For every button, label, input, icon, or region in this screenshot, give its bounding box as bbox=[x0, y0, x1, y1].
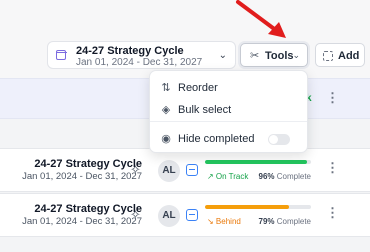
eye-icon: ◉ bbox=[161, 133, 171, 145]
percent-value: 79% bbox=[258, 217, 275, 226]
menu-item-reorder[interactable]: ⇅ Reorder bbox=[150, 77, 307, 99]
row-dates: Jan 01, 2024 - Dec 31, 2027 bbox=[22, 171, 142, 182]
table-row[interactable]: 24-27 Strategy Cycle Jan 01, 2024 - Dec … bbox=[0, 193, 370, 237]
progress-bar bbox=[205, 160, 311, 164]
status-label: ↘ Behind bbox=[207, 217, 241, 226]
row-name: 24-27 Strategy Cycle bbox=[34, 203, 142, 215]
status-label: ↗ On Track bbox=[207, 172, 249, 181]
chevron-down-icon: ⌄ bbox=[292, 50, 300, 60]
reorder-arrows-icon: ⇅ bbox=[161, 82, 171, 94]
progress-fill bbox=[205, 160, 307, 164]
menu-divider bbox=[150, 121, 307, 122]
sparkle-icon[interactable]: ✧ bbox=[130, 207, 141, 223]
cycle-dates: Jan 01, 2024 - Dec 31, 2027 bbox=[76, 57, 203, 68]
tools-button[interactable]: ✂ Tools ⌄ bbox=[240, 43, 308, 67]
avatar[interactable]: AL bbox=[158, 160, 180, 182]
menu-item-label: Reorder bbox=[178, 82, 218, 94]
table-row[interactable]: 24-27 Strategy Cycle Jan 01, 2024 - Dec … bbox=[0, 148, 370, 192]
annotation-arrow bbox=[236, 0, 286, 38]
tools-menu: ⇅ Reorder ◈ Bulk select ◉ Hide completed bbox=[149, 70, 308, 153]
row-name: 24-27 Strategy Cycle bbox=[34, 158, 142, 170]
menu-item-label: Hide completed bbox=[178, 133, 255, 145]
cycle-selector[interactable]: 24-27 Strategy Cycle Jan 01, 2024 - Dec … bbox=[47, 41, 236, 69]
layers-icon: ◈ bbox=[161, 104, 171, 116]
status-minus-icon[interactable] bbox=[186, 209, 198, 221]
wrench-icon: ✂ bbox=[250, 50, 260, 62]
status-minus-icon[interactable] bbox=[186, 164, 198, 176]
menu-item-label: Bulk select bbox=[178, 104, 232, 116]
sparkle-icon[interactable]: ✧ bbox=[130, 162, 141, 178]
add-box-icon bbox=[323, 51, 333, 61]
add-label: Add bbox=[338, 50, 360, 62]
page-bottom bbox=[0, 238, 370, 252]
percent-complete: 79% Complete bbox=[259, 217, 311, 226]
progress-bar bbox=[205, 205, 311, 209]
percent-complete: 96% Complete bbox=[259, 172, 311, 181]
row-kebab-icon[interactable]: ⋮ bbox=[326, 206, 339, 219]
row-kebab-icon[interactable]: ⋮ bbox=[326, 161, 339, 174]
highlight-row-kebab-icon[interactable]: ⋮ bbox=[326, 91, 339, 104]
add-button[interactable]: Add bbox=[315, 43, 365, 67]
row-dates: Jan 01, 2024 - Dec 31, 2027 bbox=[22, 216, 142, 227]
percent-value: 96% bbox=[258, 172, 275, 181]
menu-item-hide-completed[interactable]: ◉ Hide completed bbox=[150, 128, 307, 150]
hide-completed-toggle[interactable] bbox=[268, 134, 290, 145]
percent-suffix: Complete bbox=[274, 172, 311, 181]
tools-label: Tools bbox=[265, 50, 294, 62]
progress-fill bbox=[205, 205, 289, 209]
percent-suffix: Complete bbox=[274, 217, 311, 226]
avatar[interactable]: AL bbox=[158, 205, 180, 227]
chevron-down-icon: ⌄ bbox=[218, 50, 227, 61]
menu-item-bulk-select[interactable]: ◈ Bulk select bbox=[150, 99, 307, 121]
cycle-name: 24-27 Strategy Cycle bbox=[76, 45, 184, 57]
calendar-icon bbox=[55, 50, 67, 60]
